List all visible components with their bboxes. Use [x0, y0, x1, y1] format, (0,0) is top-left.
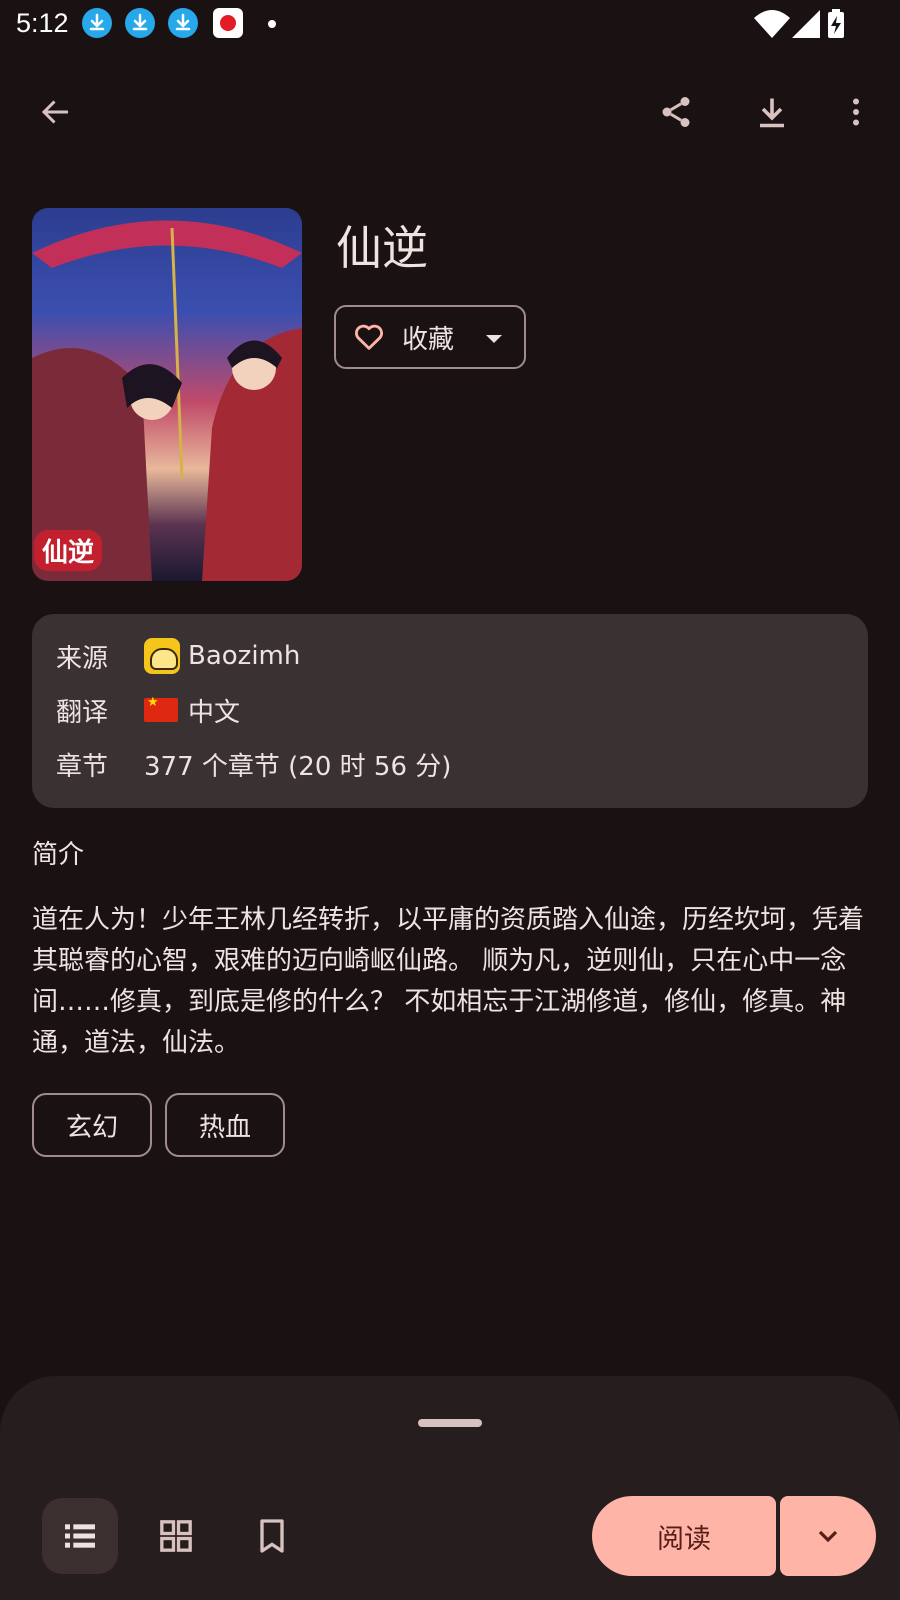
download-notification-icon	[168, 8, 198, 38]
arrow-back-icon	[41, 100, 68, 124]
download-notification-icon	[125, 8, 155, 38]
chapters-value: 377 个章节 (20 时 56 分)	[144, 751, 452, 782]
cell-signal-icon	[792, 10, 820, 38]
genre-tag-chip[interactable]: 玄幻	[32, 1093, 152, 1157]
bookmarks-button[interactable]	[234, 1498, 310, 1574]
genre-tag-chip[interactable]: 热血	[165, 1093, 285, 1157]
source-label: 来源	[56, 643, 109, 674]
read-button[interactable]: 阅读	[592, 1496, 776, 1576]
battery-charging-icon	[828, 9, 844, 38]
source-logo-icon	[144, 638, 180, 674]
back-button[interactable]	[28, 84, 84, 140]
more-notifications-dot	[268, 20, 276, 28]
info-card: 来源 Baozimh 翻译 中文 章节 377 个章节 (20 时 56 分)	[32, 614, 868, 808]
download-icon	[760, 98, 784, 128]
translation-label: 翻译	[56, 697, 109, 728]
heart-outline-icon	[355, 324, 383, 350]
cover-image[interactable]: 仙逆	[32, 208, 302, 581]
source-value: Baozimh	[188, 641, 301, 671]
wifi-icon	[754, 10, 790, 38]
china-flag-icon	[144, 695, 178, 722]
chapters-label: 章节	[56, 751, 109, 782]
grid-icon	[160, 1520, 192, 1552]
favorite-button[interactable]: 收藏	[334, 305, 526, 369]
manga-title[interactable]: 仙逆	[336, 212, 428, 278]
status-bar: 5:12	[0, 0, 900, 48]
more-vert-icon	[853, 98, 859, 126]
more-options-button[interactable]	[828, 84, 884, 140]
favorite-label: 收藏	[402, 324, 455, 355]
share-button[interactable]	[648, 84, 704, 140]
cover-illustration	[32, 220, 302, 581]
source-row[interactable]: 来源 Baozimh	[56, 636, 300, 676]
cover-logo: 仙逆	[34, 530, 103, 571]
translation-row: 翻译 中文	[56, 690, 240, 730]
translation-value: 中文	[188, 697, 241, 728]
synopsis-title: 简介	[32, 840, 85, 870]
chevron-down-icon	[818, 1530, 838, 1543]
download-button[interactable]	[744, 84, 800, 140]
bookmark-icon	[260, 1519, 284, 1553]
download-notification-icon	[82, 8, 112, 38]
share-icon	[662, 97, 690, 127]
manga-details-screen: 5:12 仙逆 仙逆 收藏 来源 Baozimh 翻译 ★ 中文 章节 377 …	[0, 0, 900, 1600]
dropdown-arrow-icon	[486, 335, 502, 343]
chapter-list-button[interactable]	[42, 1498, 118, 1574]
drag-handle[interactable]	[418, 1419, 482, 1427]
status-time: 5:12	[16, 8, 69, 38]
read-options-button[interactable]	[780, 1496, 876, 1576]
synopsis-text[interactable]: 道在人为！少年王林几经转折，以平庸的资质踏入仙途，历经坎坷，凭着其聪睿的心智，艰…	[32, 900, 872, 1064]
chapters-row: 章节 377 个章节 (20 时 56 分)	[56, 744, 451, 784]
pages-grid-button[interactable]	[138, 1498, 214, 1574]
list-icon	[65, 1524, 95, 1548]
app-notification-icon	[213, 8, 243, 38]
